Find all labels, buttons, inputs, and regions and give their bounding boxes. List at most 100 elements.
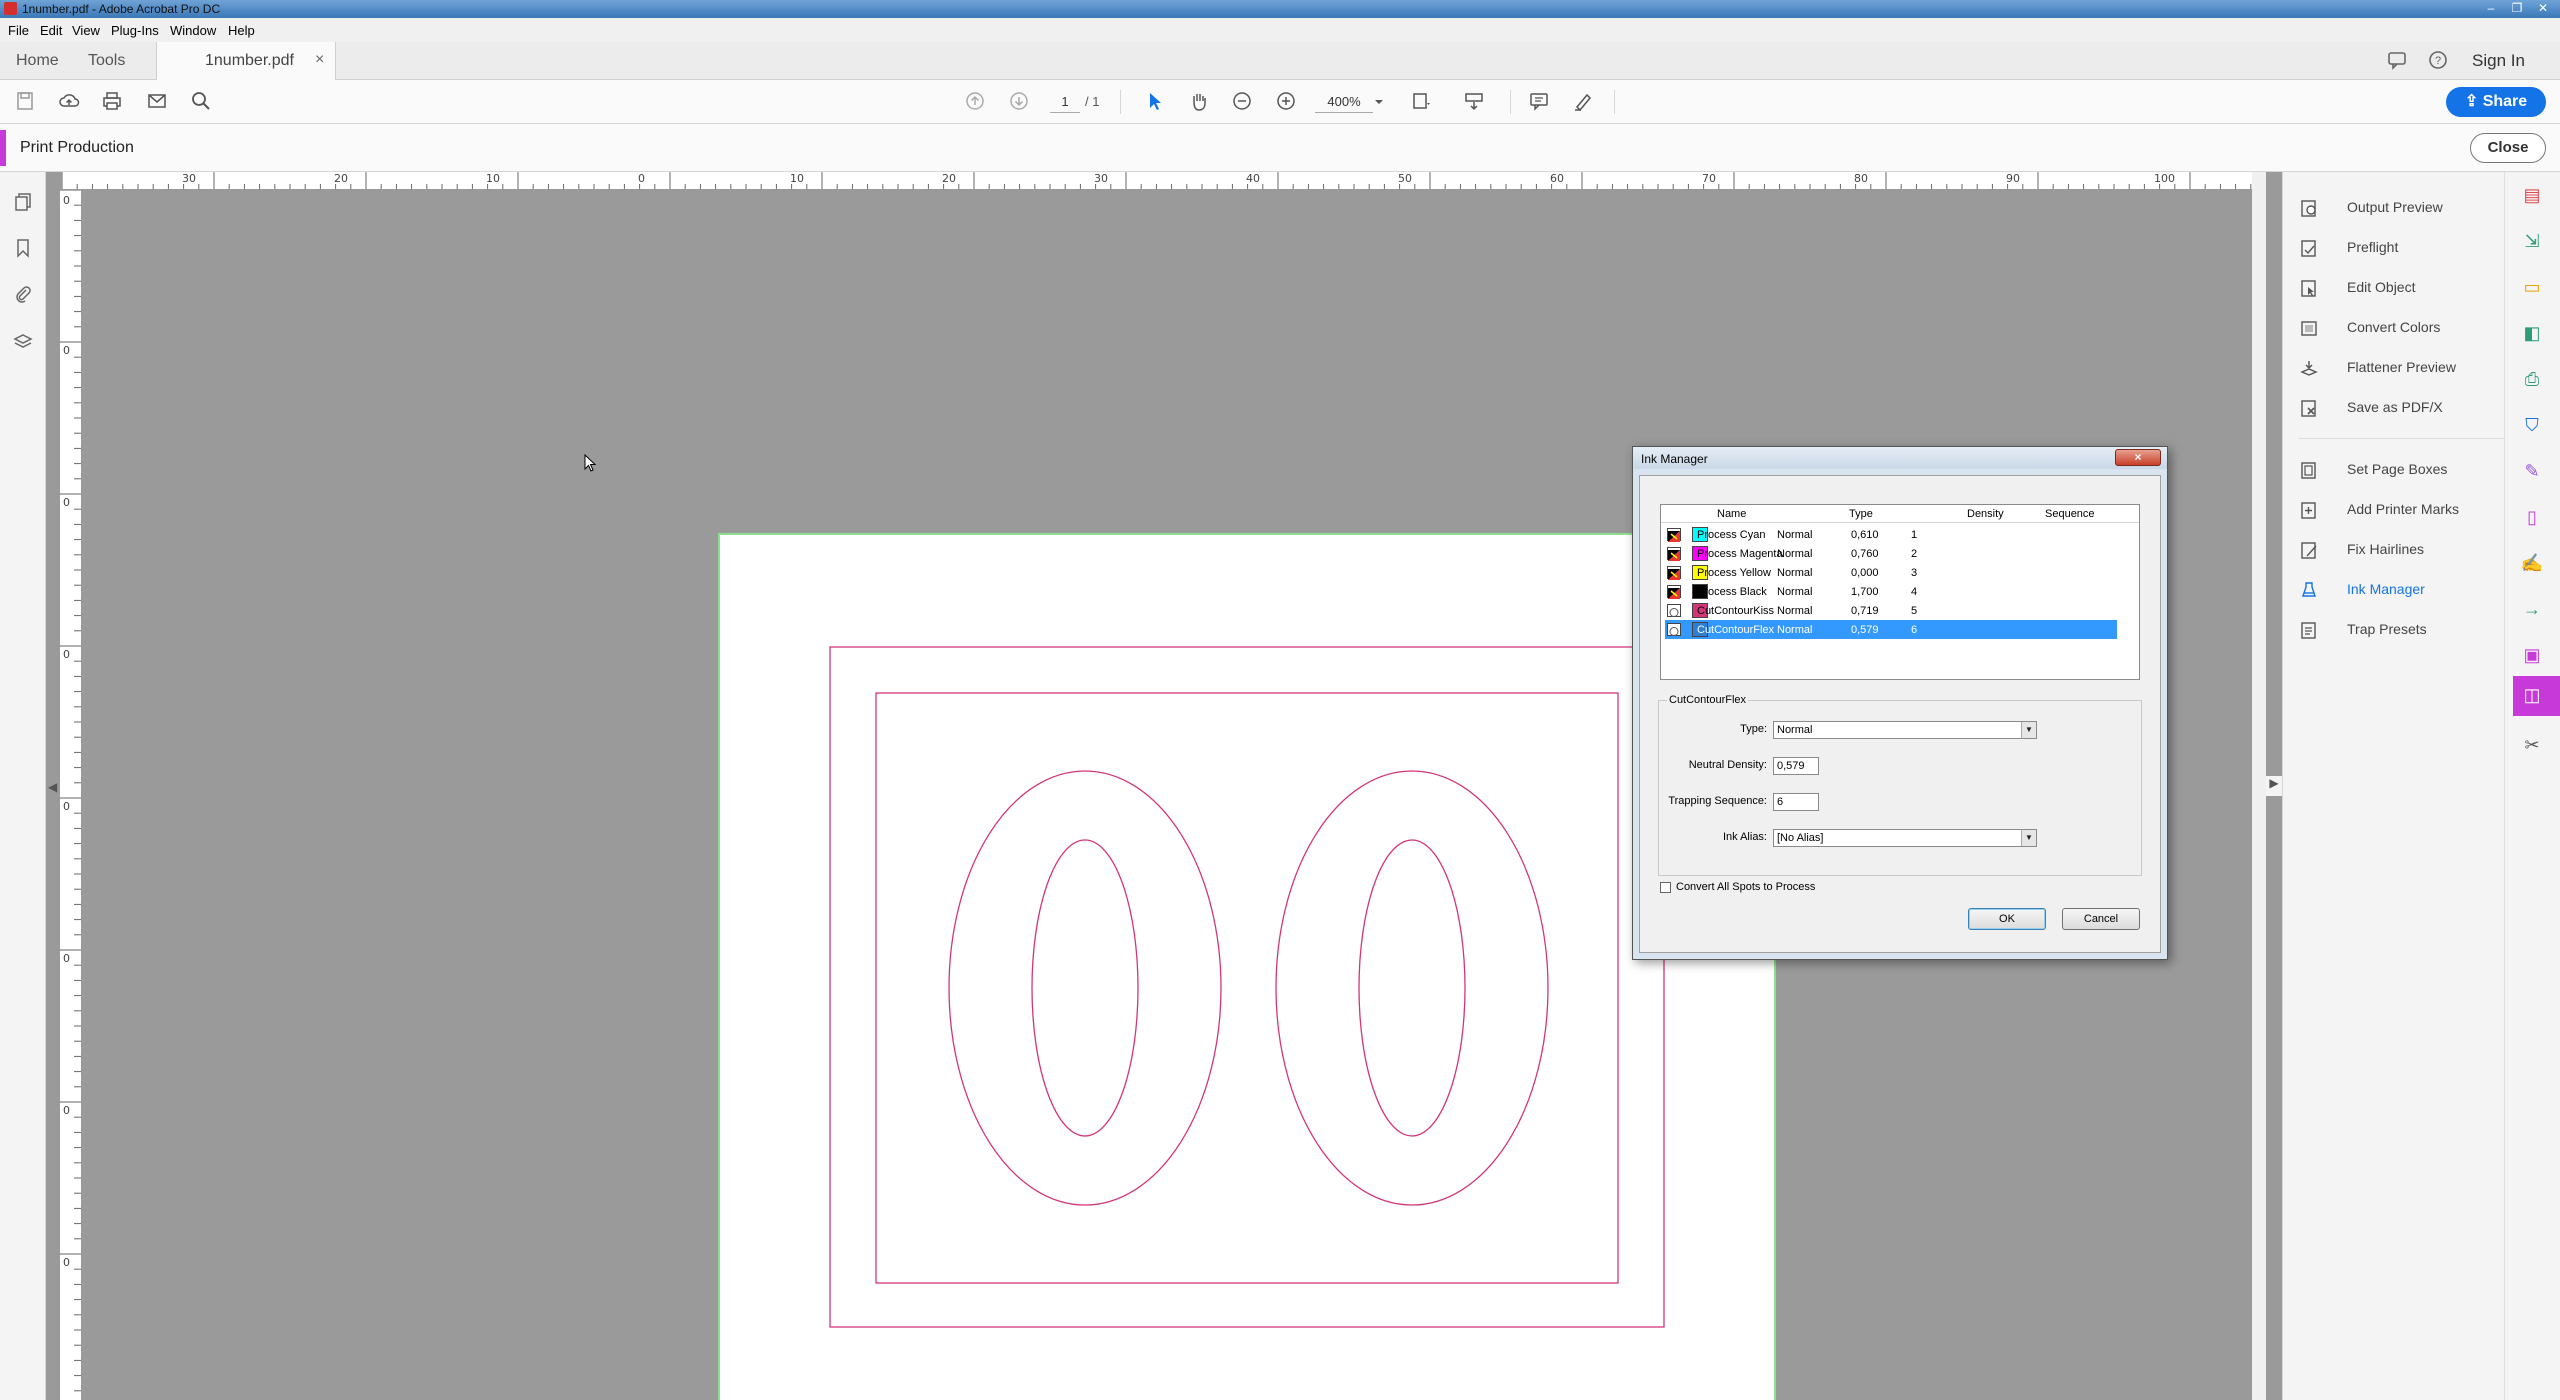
zoom-out-icon[interactable] xyxy=(1229,90,1255,114)
organize-pages-icon[interactable]: ▤ xyxy=(2519,182,2545,208)
minimize-icon[interactable]: – xyxy=(2478,0,2504,16)
trapping-sequence-field[interactable]: 6 xyxy=(1773,793,1819,811)
menu-edit[interactable]: Edit xyxy=(40,23,62,38)
convert-all-spots-checkbox[interactable] xyxy=(1660,882,1671,893)
ink-row[interactable]: Process Magenta Normal 0,760 2 xyxy=(1665,544,2117,563)
column-density[interactable]: Density xyxy=(1967,508,2004,520)
zoom-in-icon[interactable] xyxy=(1273,90,1299,114)
vertical-scrollbar[interactable] xyxy=(2252,172,2266,1400)
dialog-title-bar[interactable]: Ink Manager × xyxy=(1633,447,2167,469)
window-close-icon[interactable]: ✕ xyxy=(2530,0,2556,16)
edit-pdf-icon[interactable]: ▯ xyxy=(2519,504,2545,530)
menu-plug-ins[interactable]: Plug-Ins xyxy=(111,23,159,38)
tool-ink-manager[interactable]: Ink Manager xyxy=(2299,578,2499,602)
ink-row[interactable]: Process Yellow Normal 0,000 3 xyxy=(1665,563,2117,582)
process-ink-icon[interactable] xyxy=(1667,547,1681,561)
email-icon[interactable] xyxy=(144,90,170,114)
process-ink-icon[interactable] xyxy=(1667,585,1681,599)
attachment-icon[interactable] xyxy=(10,284,36,310)
column-type[interactable]: Type xyxy=(1849,508,1873,520)
tool-flattener-preview[interactable]: Flattener Preview xyxy=(2299,356,2499,380)
tool-label: Preflight xyxy=(2347,239,2399,255)
column-name[interactable]: Name xyxy=(1717,508,1746,520)
chevron-down-icon[interactable] xyxy=(1368,90,1383,114)
expand-right-pane-icon[interactable]: ▶ xyxy=(2266,776,2282,796)
ruler-label: 0 xyxy=(63,496,70,509)
tool-edit-object[interactable]: Edit Object xyxy=(2299,276,2499,300)
pdf-page[interactable] xyxy=(718,533,1776,1400)
convert-all-spots-label[interactable]: Convert All Spots to Process xyxy=(1676,881,1815,893)
cancel-button[interactable]: Cancel xyxy=(2062,908,2140,930)
hand-tool-icon[interactable] xyxy=(1186,90,1212,114)
more-tools-icon[interactable]: ✂ xyxy=(2519,732,2545,758)
ink-row[interactable]: Process Cyan Normal 0,610 1 xyxy=(1665,525,2117,544)
menu-view[interactable]: View xyxy=(72,23,100,38)
type-select[interactable]: Normal ▼ xyxy=(1773,721,2037,739)
zoom-level-field[interactable]: 400% xyxy=(1315,91,1373,113)
stamp-icon[interactable]: ▣ xyxy=(2519,642,2545,668)
protect-shield-icon[interactable]: ⛉ xyxy=(2519,412,2545,438)
print-icon[interactable] xyxy=(99,90,125,114)
menu-help[interactable]: Help xyxy=(228,23,255,38)
menu-window[interactable]: Window xyxy=(170,23,216,38)
comment-bubble-icon[interactable] xyxy=(2386,50,2408,72)
comment-tool-icon[interactable]: ▭ xyxy=(2519,274,2545,300)
ruler-label: 30 xyxy=(1094,172,1108,185)
ink-row[interactable]: CutContourFlex Normal 0,579 6 xyxy=(1665,620,2117,639)
tool-trap-presets[interactable]: Trap Presets xyxy=(2299,618,2499,642)
next-page-icon[interactable] xyxy=(1006,90,1032,114)
tool-add-printer-marks[interactable]: Add Printer Marks xyxy=(2299,498,2499,522)
close-tool-button[interactable]: Close xyxy=(2470,133,2546,163)
ink-alias-select[interactable]: [No Alias] ▼ xyxy=(1773,829,2037,847)
spot-ink-icon[interactable] xyxy=(1667,623,1681,636)
tool-convert-colors[interactable]: Convert Colors xyxy=(2299,316,2499,340)
page-total: / 1 xyxy=(1085,94,1100,109)
search-icon[interactable] xyxy=(188,90,214,114)
tool-preflight[interactable]: Preflight xyxy=(2299,236,2499,260)
upload-cloud-icon[interactable] xyxy=(56,90,82,114)
restore-icon[interactable]: ❐ xyxy=(2504,0,2530,16)
tool-fix-hairlines[interactable]: Fix Hairlines xyxy=(2299,538,2499,562)
tool-output-preview[interactable]: Output Preview xyxy=(2299,196,2499,220)
layers-icon[interactable] xyxy=(10,332,36,358)
tool-set-page-boxes[interactable]: Set Page Boxes xyxy=(2299,458,2499,482)
send-arrow-icon[interactable]: → xyxy=(2519,596,2545,622)
menu-file[interactable]: File xyxy=(8,23,29,38)
process-ink-icon[interactable] xyxy=(1667,528,1681,542)
share-button[interactable]: ⇪ Share xyxy=(2446,87,2546,117)
sign-in-link[interactable]: Sign In xyxy=(2472,51,2525,71)
print-production-icon[interactable]: ◫ xyxy=(2519,682,2545,708)
tab-document[interactable]: 1number.pdf × xyxy=(156,42,336,80)
dialog-close-icon[interactable]: × xyxy=(2115,449,2161,466)
collapse-left-pane-icon[interactable]: ◀ xyxy=(48,780,57,794)
process-ink-icon[interactable] xyxy=(1667,566,1681,580)
select-arrow-icon[interactable] xyxy=(1142,90,1168,114)
fill-sign-icon[interactable]: ✎ xyxy=(2519,458,2545,484)
page-thumbnails-icon[interactable] xyxy=(10,192,36,218)
tool-save-as-pdfx[interactable]: Save as PDF/X xyxy=(2299,396,2499,420)
highlight-pen-icon[interactable] xyxy=(1570,90,1596,114)
ink-row[interactable]: CutContourKiss Normal 0,719 5 xyxy=(1665,601,2117,620)
tab-tools[interactable]: Tools xyxy=(88,52,125,70)
close-tab-icon[interactable]: × xyxy=(315,51,324,69)
neutral-density-field[interactable]: 0,579 xyxy=(1773,757,1819,775)
page-number-input[interactable]: 1 xyxy=(1050,91,1080,113)
create-pdf-icon[interactable]: ◧ xyxy=(2519,320,2545,346)
bookmark-icon[interactable] xyxy=(10,238,36,264)
help-icon[interactable]: ? xyxy=(2427,50,2449,72)
save-icon[interactable] xyxy=(12,90,38,114)
export-pdf-icon[interactable]: ⇲ xyxy=(2519,228,2545,254)
digit-zero-2-outer xyxy=(1275,770,1549,1206)
scroll-mode-icon[interactable] xyxy=(1461,90,1487,114)
send-for-signature-icon[interactable]: ✍ xyxy=(2519,550,2545,576)
ink-list[interactable]: Name Type Density Sequence Process Cyan N… xyxy=(1660,504,2140,680)
tab-home[interactable]: Home xyxy=(16,52,59,70)
ink-row[interactable]: Process Black Normal 1,700 4 xyxy=(1665,582,2117,601)
print-tool-icon[interactable]: ⎙ xyxy=(2519,366,2545,392)
ok-button[interactable]: OK xyxy=(1968,908,2046,930)
spot-ink-icon[interactable] xyxy=(1667,604,1681,617)
add-comment-icon[interactable] xyxy=(1526,90,1552,114)
fit-page-icon[interactable] xyxy=(1408,90,1434,114)
previous-page-icon[interactable] xyxy=(962,90,988,114)
column-sequence[interactable]: Sequence xyxy=(2045,508,2095,520)
